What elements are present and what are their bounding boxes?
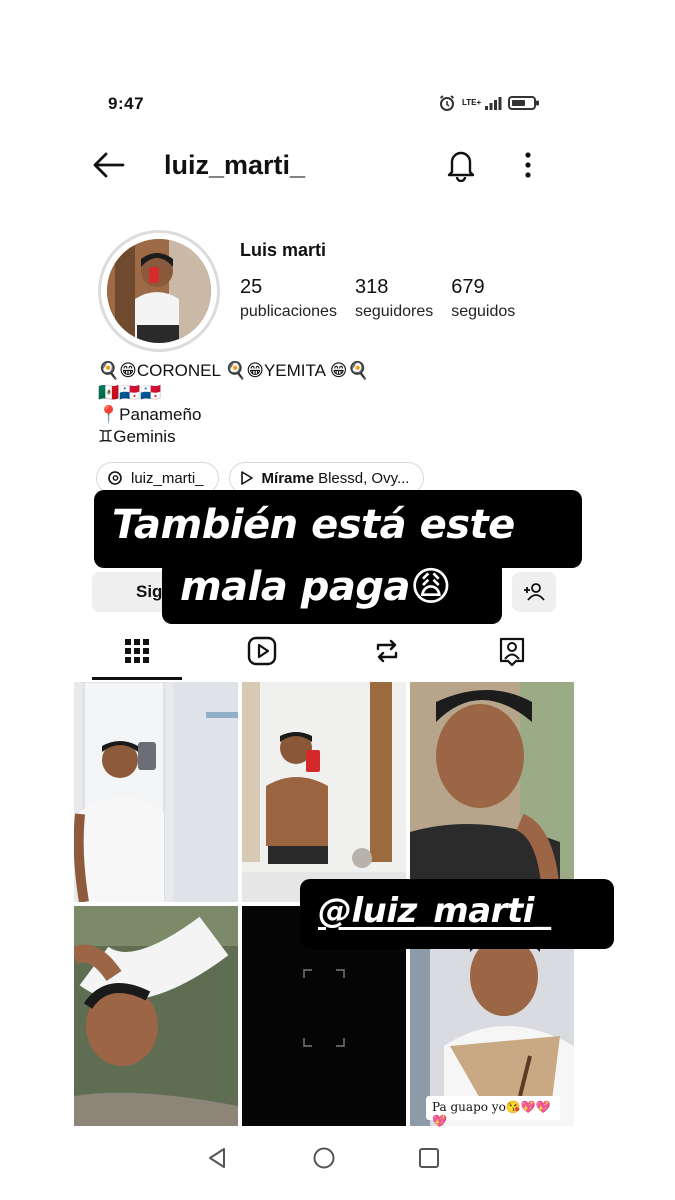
bio-location: 📍Panameño [98, 405, 202, 424]
story-mention-tag[interactable]: @luiz_marti_ [300, 879, 614, 949]
stat-followers-label: seguidores [354, 303, 434, 320]
profile-stats: 25 publicaciones 318 seguidores 679 segu… [240, 276, 515, 321]
tagged-person-icon [499, 637, 524, 667]
profile-avatar[interactable] [107, 239, 211, 343]
stat-following-count: 679 [451, 276, 485, 298]
stat-following-label: seguidos [451, 303, 516, 320]
music-artist: Blessd, Ovy... [318, 469, 410, 487]
network-label: LTE+ [462, 98, 482, 107]
bio-sign: ♊Geminis [98, 427, 176, 446]
status-bar: 9:47 LTE+ [74, 90, 574, 120]
stat-followers-count: 318 [354, 276, 389, 298]
tab-grid[interactable] [74, 622, 199, 680]
stat-posts-count: 25 [240, 276, 263, 298]
stat-following[interactable]: 679 seguidos [451, 276, 515, 321]
photo-text-sticker: Pa guapo yo😘💖💖💖 [426, 1096, 560, 1128]
nav-home-icon[interactable] [312, 1146, 336, 1170]
profile-header: luiz_marti_ [74, 142, 574, 190]
nav-back-icon[interactable] [206, 1146, 228, 1170]
active-tab-indicator [92, 677, 182, 680]
signal-icon [485, 97, 502, 110]
profile-bio: 🍳😁CORONEL 🍳😁YEMITA 😁🍳 🇲🇽🇵🇦🇵🇦 📍Panameño ♊… [98, 360, 369, 448]
stat-posts-label: publicaciones [240, 303, 337, 320]
tab-reels[interactable] [199, 622, 324, 680]
story-caption-line1: También está este [94, 490, 582, 568]
post-thumbnail[interactable] [410, 682, 574, 902]
play-icon [240, 471, 253, 485]
back-arrow-icon[interactable] [92, 150, 126, 180]
stat-followers[interactable]: 318 seguidores [355, 276, 433, 321]
profile-username: luiz_marti_ [164, 150, 306, 180]
suggest-users-button[interactable] [512, 572, 556, 612]
post-thumbnail[interactable] [242, 682, 406, 902]
repost-icon [376, 639, 397, 663]
profile-tabs [74, 622, 574, 680]
tab-tagged[interactable] [449, 622, 574, 680]
bio-flags: 🇲🇽🇵🇦🇵🇦 [98, 383, 162, 402]
phone-screen: 9:47 LTE+ luiz_marti_ Luis marti 25 publ… [74, 74, 574, 1194]
post-thumbnail[interactable] [74, 906, 238, 1126]
nav-recents-icon[interactable] [418, 1147, 440, 1169]
system-navigation-bar [74, 1134, 574, 1182]
add-user-icon [524, 583, 545, 601]
story-caption-line2: mala paga😩 [162, 560, 502, 624]
status-time: 9:47 [108, 94, 145, 113]
threads-chip-label: luiz_marti_ [131, 469, 204, 487]
tab-reposts[interactable] [324, 622, 449, 680]
avatar-image [107, 239, 211, 343]
reels-icon [247, 636, 276, 666]
grid-icon [124, 639, 149, 663]
alarm-icon [439, 95, 455, 111]
more-options-icon[interactable] [518, 148, 538, 182]
music-title: Mírame [261, 469, 315, 487]
battery-icon [508, 96, 539, 110]
profile-display-name: Luis marti [240, 240, 327, 260]
post-thumbnail[interactable] [74, 682, 238, 902]
bio-line: 🍳😁CORONEL 🍳😁YEMITA 😁🍳 [98, 361, 369, 380]
status-icons: LTE+ [438, 94, 540, 112]
stat-posts[interactable]: 25 publicaciones [240, 276, 337, 321]
notification-bell-icon[interactable] [446, 148, 476, 182]
threads-icon [108, 471, 122, 485]
